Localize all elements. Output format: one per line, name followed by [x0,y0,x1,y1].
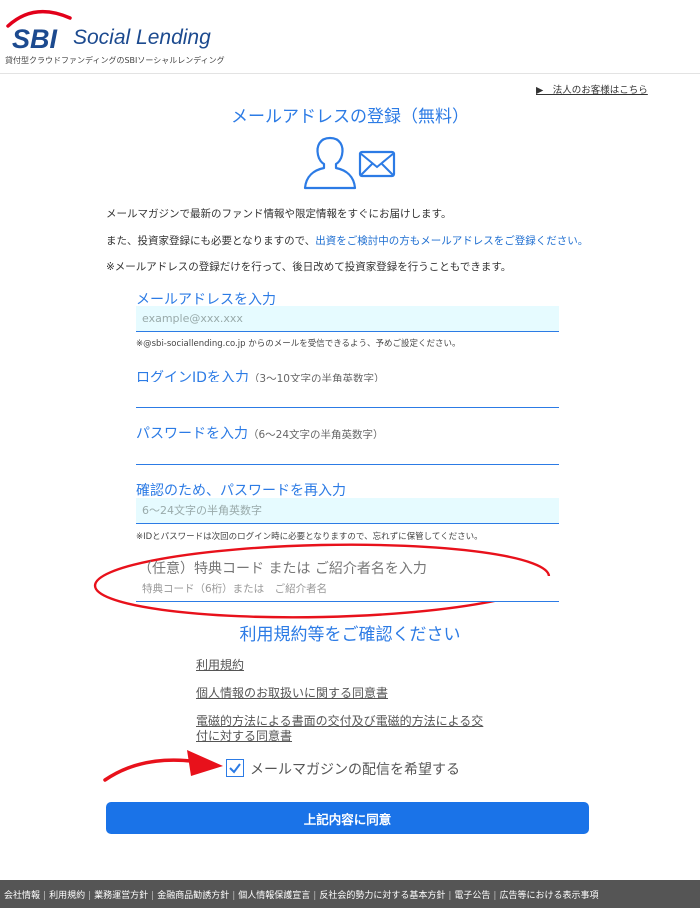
newsletter-checkbox[interactable] [226,759,244,777]
referral-input[interactable] [136,576,559,602]
footer-link-antisocial-policy[interactable]: 反社会的勢力に対する基本方針 [319,891,445,901]
footer-link-public-notice[interactable]: 電子公告 [454,891,490,901]
footer-links: 会社情報 | 利用規約 | 業務運営方針 | 金融商品勧誘方針 | 個人情報保護宣言 | 反社会的勢… [4,891,599,901]
envelope-icon [358,150,396,178]
person-outline-icon [303,136,357,190]
intro-text-2: また、投資家登録にも必要となりますので、出資をご検討中の方もメールアドレスをご登… [106,235,591,248]
sbi-logo-text: SBI [12,24,58,52]
password-input[interactable] [136,439,559,465]
sbi-logo[interactable]: SBI [4,4,74,52]
corporate-customer-link[interactable]: ▶ 法人のお客様はこちら [536,82,648,96]
privacy-consent-link[interactable]: 個人情報のお取扱いに関する同意書 [196,686,388,701]
header-divider [0,73,700,74]
terms-of-use-link[interactable]: 利用規約 [196,658,244,673]
password-confirm-input[interactable] [136,498,559,524]
hero-icons [303,136,396,190]
newsletter-checkbox-label[interactable]: メールマガジンの配信を希望する [250,759,460,779]
site-footer: 会社情報 | 利用規約 | 業務運営方針 | 金融商品勧誘方針 | 個人情報保護宣言 | 反社会的勢… [0,880,700,908]
intro-text-3: ※メールアドレスの登録だけを行って、後日改めて投資家登録を行うこともできます。 [106,261,512,273]
intro-text-1: メールマガジンで最新のファンド情報や限定情報をすぐにお届けします。 [106,208,452,220]
tagline: 貸付型クラウドファンディングのSBIソーシャルレンディング [5,56,225,65]
email-input[interactable] [136,306,559,332]
footer-link-terms[interactable]: 利用規約 [49,891,85,901]
footer-link-privacy[interactable]: 個人情報保護宣言 [238,891,310,901]
annotation-arrow [103,750,223,782]
page-title: メールアドレスの登録（無料） [231,107,469,127]
footer-link-company[interactable]: 会社情報 [4,891,40,901]
checkmark-icon [229,763,241,774]
footer-link-business-policy[interactable]: 業務運営方針 [94,891,148,901]
brand-name: Social Lending [73,26,211,49]
agree-button[interactable]: 上記内容に同意 [106,802,589,834]
footer-link-ad-disclosure[interactable]: 広告等における表示事項 [499,891,598,901]
intro-text-2-pre: また、投資家登録にも必要となりますので、 [106,235,316,247]
referral-label: （任意）特典コード または ご紹介者名を入力 [138,561,427,577]
email-note: ※@sbi-sociallending.co.jp からのメールを受信できるよう… [136,339,461,349]
footer-link-solicitation-policy[interactable]: 金融商品勧誘方針 [157,891,229,901]
electronic-delivery-consent-link-line1[interactable]: 電磁的方法による書面の交付及び電磁的方法による交 [196,714,483,729]
site-header: SBI Social Lending 貸付型クラウドファンディングのSBIソーシ… [0,0,700,74]
login-id-input[interactable] [136,382,559,408]
terms-title: 利用規約等をご確認ください [239,625,461,645]
password-confirm-label: 確認のため、パスワードを再入力 [136,483,346,499]
register-email-link[interactable]: 出資をご検討中の方もメールアドレスをご登録ください。 [315,235,588,247]
